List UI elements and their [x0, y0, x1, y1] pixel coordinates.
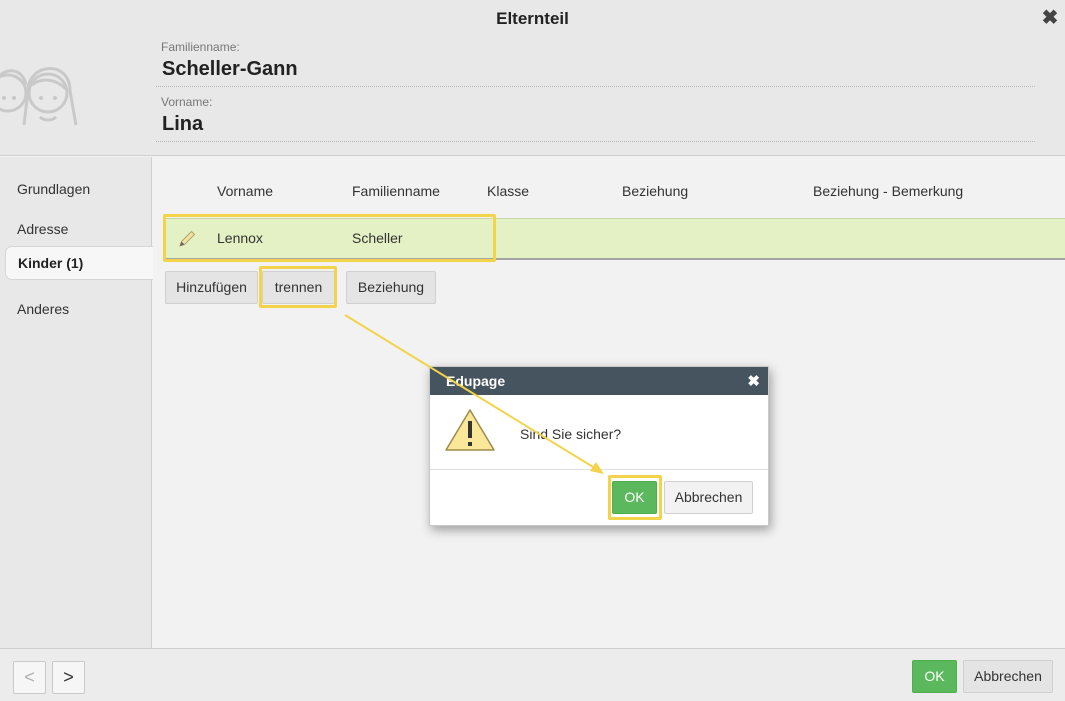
confirm-dialog: Edupage ✖ Sind Sie sicher? OK Abbrechen [429, 366, 769, 526]
column-header-klasse: Klasse [487, 183, 530, 199]
column-header-beziehung-bemerkung: Beziehung - Bemerkung [813, 183, 964, 199]
footer-ok-button[interactable]: OK [912, 660, 957, 693]
column-header-familienname: Familienname [352, 183, 440, 199]
sidebar: Grundlagen Adresse Kinder (1) Anderes [0, 157, 153, 648]
dialog-title: Edupage [446, 373, 506, 389]
parents-avatar-icon [0, 67, 78, 126]
last-name-field[interactable]: Familienname: Scheller-Gann [156, 40, 1035, 87]
detach-highlight-frame [259, 266, 337, 308]
parent-dialog-window: Elternteil ✖ Familienname: Scheller-Gann… [0, 0, 1065, 701]
column-header-beziehung: Beziehung [622, 183, 689, 199]
dialog-cancel-button[interactable]: Abbrechen [664, 481, 753, 514]
sidebar-item-anderes[interactable]: Anderes [5, 292, 153, 325]
dialog-title-bar: Edupage ✖ [430, 367, 768, 395]
relationship-button[interactable]: Beziehung [346, 271, 436, 304]
sidebar-item-kinder[interactable]: Kinder (1) [5, 246, 153, 280]
window-title: Elternteil [496, 9, 569, 28]
footer-cancel-button[interactable]: Abbrechen [963, 660, 1053, 693]
row-highlight-frame [163, 214, 496, 262]
add-child-button[interactable]: Hinzufügen [165, 271, 258, 304]
dialog-close-icon[interactable]: ✖ [747, 372, 760, 390]
footer: < > OK Abbrechen [0, 648, 1065, 701]
ok-highlight-frame [608, 475, 662, 520]
close-icon[interactable]: ✖ [1041, 8, 1059, 28]
first-name-label: Vorname: [161, 95, 213, 109]
dialog-separator [430, 469, 768, 470]
first-name-value[interactable]: Lina [156, 113, 1035, 138]
sidebar-item-adresse[interactable]: Adresse [5, 212, 153, 245]
column-header-vorname: Vorname [217, 183, 274, 199]
last-name-label: Familienname: [161, 40, 240, 54]
last-name-value[interactable]: Scheller-Gann [156, 58, 1035, 83]
next-button[interactable]: > [52, 661, 85, 694]
previous-button[interactable]: < [13, 661, 46, 694]
dialog-message: Sind Sie sicher? [520, 426, 622, 442]
first-name-field[interactable]: Vorname: Lina [156, 95, 1035, 142]
sidebar-item-grundlagen[interactable]: Grundlagen [5, 172, 153, 205]
header: Elternteil ✖ Familienname: Scheller-Gann… [0, 0, 1065, 156]
warning-icon [445, 409, 495, 451]
